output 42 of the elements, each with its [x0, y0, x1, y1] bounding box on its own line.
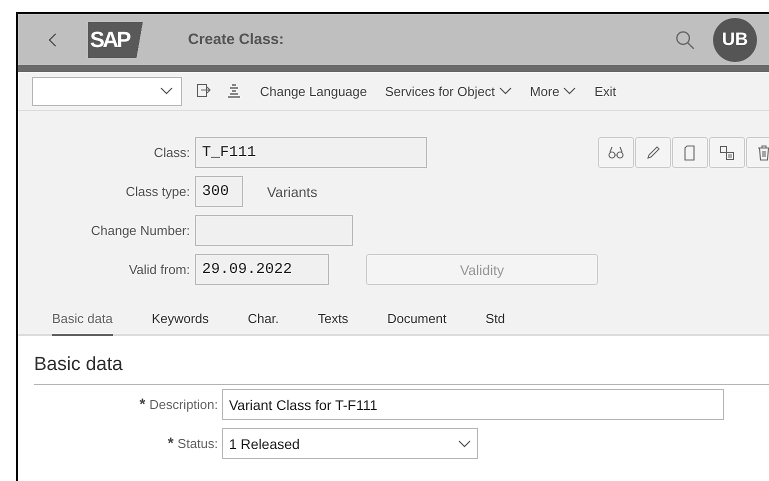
- user-avatar[interactable]: UB: [713, 18, 757, 62]
- tab[interactable]: Texts: [318, 306, 348, 336]
- status-select[interactable]: 1 Released: [222, 428, 478, 459]
- display-button[interactable]: [598, 137, 634, 168]
- glasses-icon: [608, 144, 624, 160]
- input-field[interactable]: 29.09.2022: [195, 254, 329, 285]
- toolbar-menu[interactable]: More: [530, 84, 576, 98]
- toolbar-menu[interactable]: Services for Object: [385, 84, 512, 98]
- pencil-icon: [645, 144, 661, 160]
- search-icon: [675, 30, 695, 50]
- field-label: Class type:: [124, 184, 191, 199]
- export-icon: [196, 83, 212, 99]
- field-label: * Description:: [138, 396, 219, 413]
- section-title: Basic data: [34, 354, 769, 385]
- field-label: Change Number:: [90, 223, 191, 238]
- caret-icon: [458, 440, 471, 448]
- toolbar-menu[interactable]: Exit: [594, 84, 616, 98]
- field-label: Valid from:: [128, 262, 191, 277]
- search-button[interactable]: [675, 30, 695, 50]
- input-field[interactable]: 300: [195, 176, 243, 207]
- field-label: Class:: [152, 145, 191, 160]
- page-title: Create Class:: [188, 31, 285, 48]
- tab[interactable]: Std: [485, 306, 505, 336]
- copy-button[interactable]: [709, 137, 745, 168]
- toolbar-menu[interactable]: Change Language: [260, 84, 367, 98]
- tab[interactable]: Basic data: [52, 306, 113, 336]
- description-field[interactable]: Variant Class for T-F111: [222, 389, 724, 420]
- caret-icon: [160, 87, 173, 95]
- edit-button[interactable]: [635, 137, 671, 168]
- copy-icon: [719, 144, 735, 160]
- create-button[interactable]: [672, 137, 708, 168]
- align-icon: [226, 83, 242, 99]
- input-field[interactable]: T_F111: [195, 137, 427, 168]
- trash-icon: [756, 144, 769, 160]
- tab[interactable]: Char.: [248, 306, 279, 336]
- align-button[interactable]: [226, 83, 242, 99]
- input-field[interactable]: [195, 215, 353, 246]
- field-note: Variants: [267, 184, 318, 200]
- tab[interactable]: Document: [387, 306, 446, 336]
- field-label: * Status:: [166, 435, 219, 452]
- tab[interactable]: Keywords: [152, 306, 209, 336]
- export-button[interactable]: [196, 83, 212, 99]
